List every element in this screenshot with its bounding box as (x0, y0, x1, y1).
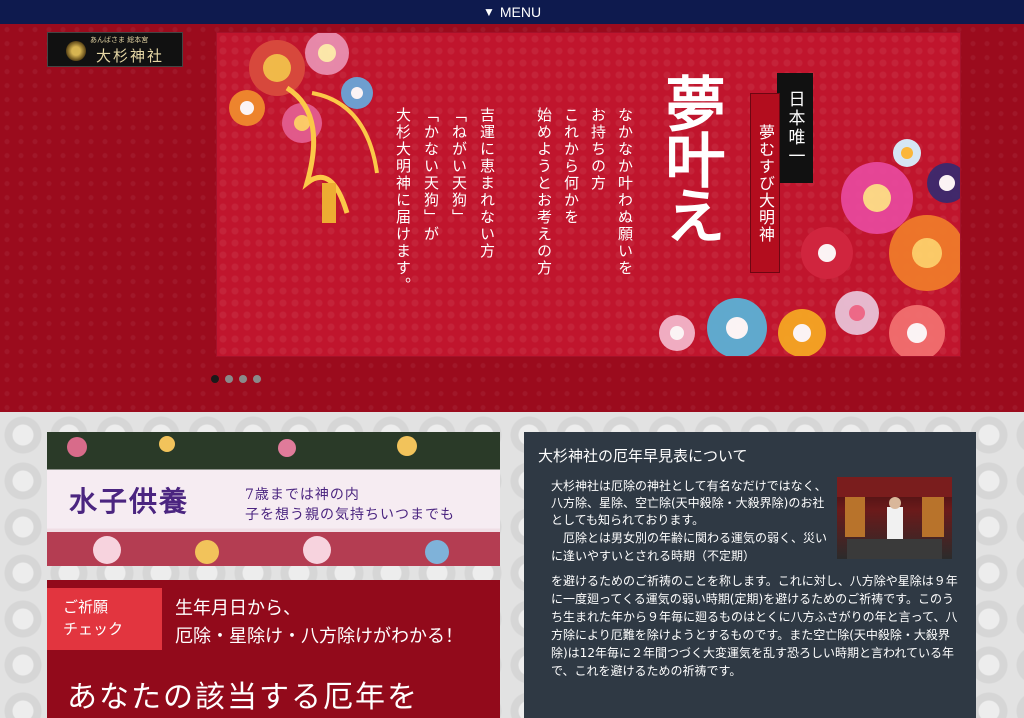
slider-dot[interactable] (253, 375, 261, 383)
crest-icon (66, 41, 86, 61)
slider-dot[interactable] (225, 375, 233, 383)
info-paragraph: を避けるためのご祈祷のことを称します。これに対し、八方除や星除は９年に一度廻って… (551, 574, 958, 678)
mizuko-subtitle: 7歳までは神の内 (245, 487, 360, 503)
mizuko-subtitle: 子を想う親の気持ちいつまでも (245, 507, 455, 523)
poem-line: 「かない天狗」が (422, 107, 440, 243)
check-title: あなたの該当する厄年を (67, 680, 419, 715)
ritual-scene (837, 477, 952, 559)
poem-line: 「ねがい天狗」 (450, 107, 468, 226)
site-logo[interactable]: あんばさま 総本宮 大杉神社 (47, 32, 183, 67)
poem-line: なかなか叶わぬ願いを (616, 107, 634, 277)
prayer-check-banner[interactable]: ご祈願 チェック 生年月日から、 厄除・星除け・八方除けがわかる！ あなたの該当… (47, 580, 500, 718)
poem-line: 大杉大明神に届けます。 (394, 107, 412, 294)
badge-unique: 日本唯一 (777, 73, 813, 183)
logo-name: 大杉神社 (96, 47, 165, 65)
info-paragraph: 厄除とは男女別の年齢に関わる運気の弱く、災いに逢いやすいとされる時期（不定期） (551, 531, 828, 563)
triangle-down-icon: ▼ (482, 5, 495, 19)
check-heading: 生年月日から、 (175, 598, 301, 619)
menu-label: MENU (499, 4, 542, 20)
poem-line: これから何かを (562, 107, 580, 226)
mizuko-banner[interactable]: 水子供養 7歳までは神の内 子を想う親の気持ちいつまでも (47, 432, 500, 566)
floral-decoration (229, 33, 960, 356)
ritual-photo (837, 477, 952, 559)
poem-line: 吉運に恵まれない方 (478, 107, 496, 260)
yakudoshi-info-card: 大杉神社の厄年早見表について 大杉神社は厄除の神社として有名なだけではなく、八方… (524, 432, 976, 718)
badge-line: チェック (63, 620, 124, 638)
logo-subtitle: あんばさま 総本宮 (90, 36, 149, 44)
mizuko-title: 水子供養 (69, 485, 190, 518)
slider-dot[interactable] (239, 375, 247, 383)
slider-dot[interactable] (211, 375, 219, 383)
poem-line: 始めようとお考えの方 (535, 107, 553, 277)
poem-line: お持ちの方 (589, 107, 607, 192)
info-title: 大杉神社の厄年早見表について (538, 447, 748, 465)
content-section: 水子供養 7歳までは神の内 子を想う親の気持ちいつまでも ご祈願 チェック 生年… (0, 412, 1024, 718)
info-paragraph: 大杉神社は厄除の神社として有名なだけではなく、八方除、星除、空亡除(天中殺除・大… (551, 479, 827, 527)
check-heading: 厄除・星除け・八方除けがわかる！ (175, 626, 463, 647)
badge-deity: 夢むすび大明神 (750, 93, 780, 273)
prayer-check-badge: ご祈願 チェック (47, 588, 162, 650)
badge-line: ご祈願 (63, 598, 109, 616)
menu-button[interactable]: ▼ MENU (0, 0, 1024, 24)
slider-dots (211, 375, 261, 383)
hero-slider: あんばさま 総本宮 大杉神社 なかなか叶わぬ願いを お持ちの方 これから何かを … (0, 24, 1024, 412)
calligraphy-title: 夢叶え (655, 73, 725, 241)
hero-slide[interactable]: なかなか叶わぬ願いを お持ちの方 これから何かを 始めようとお考えの方 吉運に恵… (216, 32, 961, 357)
